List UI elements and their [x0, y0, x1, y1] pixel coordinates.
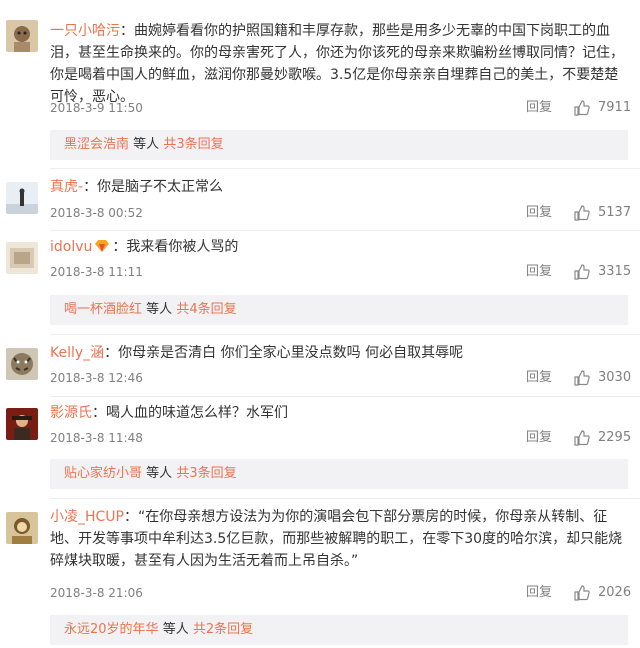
like-count: 3315: [598, 264, 632, 279]
like-button[interactable]: 5137: [574, 204, 631, 222]
divider: [50, 396, 640, 397]
people-label: 等人: [146, 466, 173, 481]
comment-text: 一只小哈污：曲婉婷看看你的护照国籍和丰厚存款，那些是用多少无辜的中国下岗职工的血…: [50, 20, 632, 108]
thumbs-up-icon: [574, 430, 590, 446]
comment-body: ：“在你母亲想方设法为为你的演唱会包下部分票房的时候，你母亲从转制、征地、开发等…: [50, 509, 623, 569]
comment-body: ：你母亲是否清白 你们全家心里没点数吗 何必自取其辱呢: [104, 345, 464, 361]
comment-date: 2018-3-8 11:48: [50, 431, 143, 445]
comment-body: ：我来看你被人骂的: [112, 239, 239, 255]
username-link[interactable]: Kelly_涵: [50, 345, 104, 361]
comment-text: 影源氏：喝人血的味道怎么样？水军们: [50, 402, 632, 424]
thumbs-up-icon: [574, 264, 590, 280]
username-link[interactable]: 一只小哈污: [50, 23, 120, 39]
reply-button[interactable]: 回复: [526, 204, 552, 222]
username-link[interactable]: idolvu: [50, 239, 92, 255]
like-count: 2295: [598, 430, 632, 445]
divider: [50, 334, 640, 335]
sub-reply-user[interactable]: 黑涩会浩南: [64, 137, 129, 152]
reply-button[interactable]: 回复: [526, 429, 552, 447]
comment-text: Kelly_涵：你母亲是否清白 你们全家心里没点数吗 何必自取其辱呢: [50, 342, 632, 364]
like-button[interactable]: 3315: [574, 263, 631, 281]
reply-button[interactable]: 回复: [526, 369, 552, 387]
comment-date: 2018-3-8 12:46: [50, 371, 143, 385]
sub-replies-bar[interactable]: 永远20岁的年华 等人 共2条回复: [50, 615, 628, 645]
divider: [50, 168, 640, 169]
comment-body: ：喝人血的味道怎么样？水军们: [92, 405, 288, 421]
comment-text: idolvu ：我来看你被人骂的: [50, 236, 632, 258]
comment-body: ：你是脑子不太正常么: [83, 179, 224, 195]
like-count: 3030: [598, 370, 632, 385]
avatar[interactable]: [6, 182, 38, 214]
avatar[interactable]: [6, 348, 38, 380]
sub-reply-user[interactable]: 永远20岁的年华: [64, 622, 159, 637]
like-button[interactable]: 7911: [574, 99, 631, 117]
thumbs-up-icon: [574, 370, 590, 386]
view-replies-link[interactable]: 共3条回复: [176, 466, 236, 481]
people-label: 等人: [162, 622, 189, 637]
comment-body: ：曲婉婷看看你的护照国籍和丰厚存款，那些是用多少无辜的中国下岗职工的血泪，甚至生…: [50, 23, 624, 105]
sub-replies-bar[interactable]: 黑涩会浩南 等人 共3条回复: [50, 130, 628, 160]
sub-replies-bar[interactable]: 贴心家纺小哥 等人 共3条回复: [50, 459, 628, 489]
thumbs-up-icon: [574, 205, 590, 221]
like-button[interactable]: 2026: [574, 584, 631, 602]
reply-button[interactable]: 回复: [526, 584, 552, 602]
sub-reply-user[interactable]: 喝一杯酒脸红: [64, 302, 142, 317]
like-button[interactable]: 3030: [574, 369, 631, 387]
comment-date: 2018-3-8 11:11: [50, 265, 143, 279]
people-label: 等人: [146, 302, 173, 317]
view-replies-link[interactable]: 共3条回复: [163, 137, 223, 152]
divider: [50, 498, 640, 499]
avatar[interactable]: [6, 20, 38, 52]
comment-date: 2018-3-9 11:50: [50, 101, 143, 115]
avatar[interactable]: [6, 512, 38, 544]
avatar[interactable]: [6, 242, 38, 274]
reply-button[interactable]: 回复: [526, 99, 552, 117]
username-link[interactable]: 小凌_HCUP: [50, 509, 124, 525]
sub-replies-bar[interactable]: 喝一杯酒脸红 等人 共4条回复: [50, 295, 628, 325]
people-label: 等人: [133, 137, 160, 152]
divider: [50, 230, 640, 231]
username-link[interactable]: 影源氏: [50, 405, 92, 421]
reply-button[interactable]: 回复: [526, 263, 552, 281]
comment-text: 小凌_HCUP：“在你母亲想方设法为为你的演唱会包下部分票房的时候，你母亲从转制…: [50, 506, 632, 572]
comment-text: 真虎-：你是脑子不太正常么: [50, 176, 632, 198]
thumbs-up-icon: [574, 585, 590, 601]
like-count: 7911: [598, 100, 632, 115]
vip-badge-icon: [94, 238, 110, 252]
comment-date: 2018-3-8 00:52: [50, 206, 143, 220]
view-replies-link[interactable]: 共4条回复: [176, 302, 236, 317]
avatar[interactable]: [6, 408, 38, 440]
thumbs-up-icon: [574, 100, 590, 116]
sub-reply-user[interactable]: 贴心家纺小哥: [64, 466, 142, 481]
like-count: 5137: [598, 205, 632, 220]
like-count: 2026: [598, 585, 632, 600]
comment-date: 2018-3-8 21:06: [50, 586, 143, 600]
username-link[interactable]: 真虎-: [50, 179, 83, 195]
view-replies-link[interactable]: 共2条回复: [193, 622, 253, 637]
like-button[interactable]: 2295: [574, 429, 631, 447]
